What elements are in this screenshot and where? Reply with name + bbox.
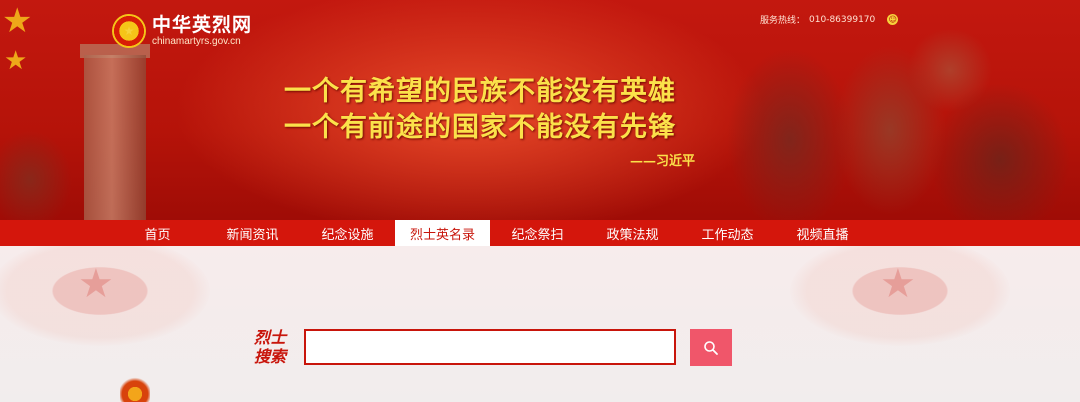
nav-item-policies[interactable]: 政策法规	[585, 220, 680, 246]
search-button[interactable]	[690, 329, 732, 366]
star-icon: ★	[880, 261, 916, 307]
search-icon	[704, 340, 718, 355]
nav-item-memorial-facilities[interactable]: 纪念设施	[300, 220, 395, 246]
sculpture-image-right	[700, 30, 1080, 220]
martyr-search-input[interactable]	[304, 329, 676, 365]
search-section: ★ ★ 烈士 搜索	[0, 246, 1080, 402]
slogan-signature: ——习近平	[630, 154, 696, 169]
flag-star-icon: ★	[2, 1, 33, 41]
flag-star-icon: ★	[4, 46, 28, 76]
nav-item-news[interactable]: 新闻资讯	[205, 220, 300, 246]
search-label-line-1: 烈士	[253, 328, 286, 347]
header-banner: ★ ★ ★ 中华英烈网 chinamartyrs.gov.cn 服务热线： 01…	[0, 0, 1080, 220]
hotline-number: 010-86399170	[809, 14, 876, 25]
search-label: 烈士 搜索	[250, 328, 290, 366]
logo-title: 中华英烈网	[152, 14, 253, 36]
slogan-line-1: 一个有希望的民族不能没有英雄	[284, 76, 676, 107]
search-label-line-2: 搜索	[253, 347, 286, 366]
nav-item-memorial-worship[interactable]: 纪念祭扫	[490, 220, 585, 246]
nav-item-work-updates[interactable]: 工作动态	[680, 220, 775, 246]
slogan-line-2: 一个有前途的国家不能没有先锋	[284, 112, 676, 143]
service-hotline: 服务热线： 010-86399170 ☺	[760, 13, 899, 26]
sculpture-image-left	[0, 130, 80, 220]
main-nav: 首页 新闻资讯 纪念设施 烈士英名录 纪念祭扫 政策法规 工作动态 视频直播	[0, 220, 1080, 246]
slogan: 一个有希望的民族不能没有英雄 一个有前途的国家不能没有先锋	[284, 74, 676, 146]
national-emblem-icon: ★	[112, 14, 146, 48]
torch-icon	[120, 376, 150, 402]
star-icon: ★	[78, 261, 114, 307]
nav-item-home[interactable]: 首页	[110, 220, 205, 246]
nav-item-live-video[interactable]: 视频直播	[775, 220, 870, 246]
site-logo[interactable]: ★ 中华英烈网 chinamartyrs.gov.cn	[112, 14, 252, 48]
logo-domain: chinamartyrs.gov.cn	[152, 36, 241, 47]
nav-item-martyrs-roll[interactable]: 烈士英名录	[395, 220, 490, 246]
hotline-label: 服务热线：	[760, 16, 806, 26]
monument-image	[84, 55, 146, 220]
smile-icon[interactable]: ☺	[887, 14, 899, 25]
